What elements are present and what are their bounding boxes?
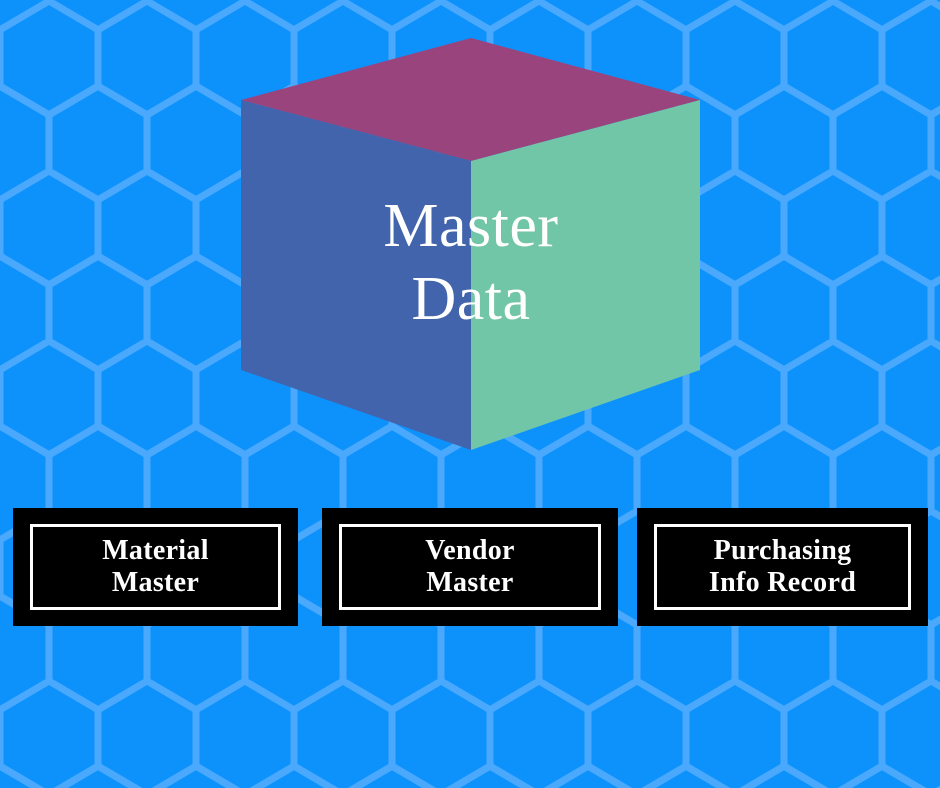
node-vendor-master-border: Vendor Master <box>339 524 601 610</box>
node-purchasing-info-record-border: Purchasing Info Record <box>654 524 911 610</box>
node-vendor-master[interactable]: Vendor Master <box>322 508 618 626</box>
node-purchasing-info-record[interactable]: Purchasing Info Record <box>637 508 928 626</box>
diagram-canvas: Master Data Material Master Vendor Maste… <box>0 0 940 788</box>
node-purchasing-info-record-label: Purchasing Info Record <box>708 534 857 598</box>
node-material-master-label: Material Master <box>102 534 209 598</box>
node-material-master-border: Material Master <box>30 524 281 610</box>
isometric-cube <box>241 38 700 450</box>
node-material-master[interactable]: Material Master <box>13 508 298 626</box>
cube-label: Master Data <box>383 192 559 334</box>
node-vendor-master-label: Vendor Master <box>425 534 515 598</box>
